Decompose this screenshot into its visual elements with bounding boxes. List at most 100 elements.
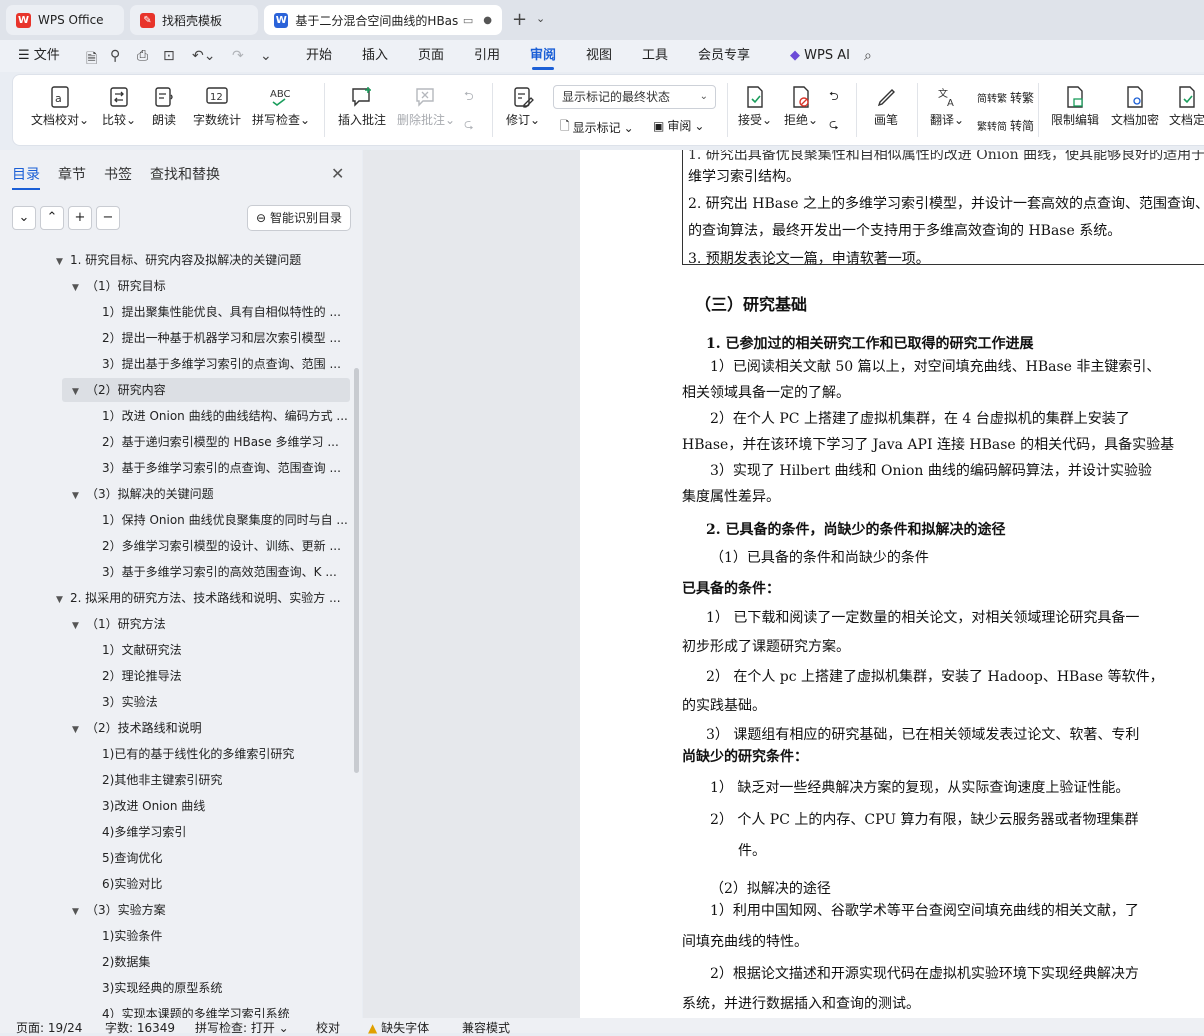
toc-item[interactable]: 2）多维学习索引模型的设计、训练、更新 ... <box>0 534 350 558</box>
collapse-all-button[interactable]: ⌄ <box>12 206 36 230</box>
review-pane-button[interactable]: ▣ 审阅 ⌄ <box>653 117 704 134</box>
toc-item[interactable]: 2）理论推导法 <box>0 664 350 688</box>
document-page[interactable]: 1. 研究出具备优良聚集性和自相似属性的改进 Onion 曲线，使其能够良好的适… <box>580 150 1204 1018</box>
menu-start[interactable]: 开始 <box>306 40 332 72</box>
revise-button[interactable]: 修订⌄ <box>503 83 543 128</box>
toc-item[interactable]: 2)其他非主键索引研究 <box>0 768 350 792</box>
tab-close-dot-icon[interactable]: ● <box>483 15 492 26</box>
doc-final-button[interactable]: 文档定 <box>1167 83 1204 128</box>
show-markup-button[interactable]: 🗋 显示标记 ⌄ <box>560 117 634 138</box>
doc-encrypt-button[interactable]: 文档加密 <box>1109 83 1161 128</box>
translate-button[interactable]: 文A 翻译⌄ <box>927 83 967 128</box>
toc-item[interactable]: 1)实验条件 <box>0 924 350 948</box>
toc-item[interactable]: 1）改进 Onion 曲线的曲线结构、编码方式 ... <box>0 404 350 428</box>
expand-arrow-icon[interactable]: ▼ <box>72 484 86 506</box>
reject-button[interactable]: 拒绝⌄ <box>781 83 821 128</box>
toc-item[interactable]: 2）提出一种基于机器学习和层次索引模型 ... <box>0 326 350 350</box>
nav-tab-toc[interactable]: 目录 <box>12 164 40 190</box>
toc-item[interactable]: 4)多维学习索引 <box>0 820 350 844</box>
toc-item[interactable]: 3)改进 Onion 曲线 <box>0 794 350 818</box>
next-change-icon[interactable]: ⮎ <box>829 115 839 136</box>
toc-item[interactable]: ▼ （3）实验方案 <box>0 898 350 922</box>
menu-insert[interactable]: 插入 <box>362 40 388 72</box>
toc-item[interactable]: 2)数据集 <box>0 950 350 974</box>
toc-item[interactable]: ▼ 1. 研究目标、研究内容及拟解决的关键问题 <box>0 248 350 272</box>
expand-arrow-icon[interactable]: ▼ <box>56 588 70 610</box>
close-icon[interactable]: ✕ <box>331 164 344 183</box>
menu-member[interactable]: 会员专享 <box>698 40 750 72</box>
toc-item[interactable]: ▼ （1）研究目标 <box>0 274 350 298</box>
toc-item[interactable]: ▼ 2. 拟采用的研究方法、技术路线和说明、实验方 ... <box>0 586 350 610</box>
to-trad-button[interactable]: 简转繁 转繁 <box>977 89 1034 106</box>
print-icon[interactable]: ⎙ <box>137 48 148 64</box>
to-simp-button[interactable]: 繁转简 转简 <box>977 117 1034 134</box>
missing-font-status[interactable]: ▲ 缺失字体 <box>368 1019 429 1036</box>
remove-heading-button[interactable]: − <box>96 206 120 230</box>
toc-item[interactable]: 3）基于多维学习索引的高效范围查询、K ... <box>0 560 350 584</box>
tab-document[interactable]: W 基于二分混合空间曲线的HBase ▭ ● <box>264 5 502 35</box>
tab-docer[interactable]: ✎ 找稻壳模板 <box>130 5 258 35</box>
spell-check-status[interactable]: 拼写检查: 打开 ⌄ <box>195 1019 289 1036</box>
prev-comment-icon[interactable]: ⮌ <box>464 87 474 108</box>
word-count[interactable]: 字数: 16349 <box>105 1019 175 1036</box>
toc-item[interactable]: 3）实验法 <box>0 690 350 714</box>
spell-check-button[interactable]: ABC 拼写检查⌄ <box>251 83 311 128</box>
toc-item[interactable]: 6)实验对比 <box>0 872 350 896</box>
toc-item[interactable]: ▼ （3）拟解决的关键问题 <box>0 482 350 506</box>
doc-check-button[interactable]: a 文档校对⌄ <box>29 83 91 128</box>
restrict-edit-button[interactable]: 限制编辑 <box>1049 83 1101 128</box>
nav-scrollbar[interactable] <box>354 368 359 773</box>
nav-tab-bookmarks[interactable]: 书签 <box>104 164 132 184</box>
markup-mode-select[interactable]: 显示标记的最终状态 ⌄ <box>553 85 716 109</box>
search-icon[interactable]: ⌕ <box>864 48 872 64</box>
more-chevron-icon[interactable]: ⌄ <box>260 48 272 64</box>
menu-reference[interactable]: 引用 <box>474 40 500 72</box>
toc-item[interactable]: ▼ （1）研究方法 <box>0 612 350 636</box>
file-menu[interactable]: ☰ 文件 <box>18 40 60 72</box>
expand-arrow-icon[interactable]: ▼ <box>72 276 86 298</box>
redo-icon[interactable]: ↷ <box>232 48 244 64</box>
delete-comment-button[interactable]: 删除批注⌄ <box>395 83 457 128</box>
pen-button[interactable]: 画笔 <box>869 83 903 128</box>
menu-view[interactable]: 视图 <box>586 40 612 72</box>
nav-tab-sections[interactable]: 章节 <box>58 164 86 184</box>
tab-wps-office[interactable]: W WPS Office <box>6 5 124 35</box>
expand-arrow-icon[interactable]: ▼ <box>72 900 86 922</box>
toc-item[interactable]: 2）基于递归索引模型的 HBase 多维学习 ... <box>0 430 350 454</box>
save-icon[interactable]: 🗎 <box>86 48 97 72</box>
toc-item[interactable]: 1）文献研究法 <box>0 638 350 662</box>
expand-arrow-icon[interactable]: ▼ <box>72 380 86 402</box>
word-count-button[interactable]: 12 字数统计 <box>189 83 245 128</box>
toc-item[interactable]: 5)查询优化 <box>0 846 350 870</box>
toc-item[interactable]: 3）提出基于多维学习索引的点查询、范围 ... <box>0 352 350 376</box>
new-tab-icon[interactable]: + <box>512 9 527 30</box>
smart-toc-button[interactable]: ⊖ 智能识别目录 <box>247 205 351 231</box>
prev-change-icon[interactable]: ⮌ <box>829 87 839 108</box>
link-icon[interactable]: ⚲ <box>110 48 120 64</box>
expand-arrow-icon[interactable]: ▼ <box>56 250 70 272</box>
chevron-down-icon[interactable]: ⌄ <box>536 12 545 25</box>
menu-page[interactable]: 页面 <box>418 40 444 72</box>
add-heading-button[interactable]: + <box>68 206 92 230</box>
insert-comment-button[interactable]: 插入批注 <box>335 83 389 128</box>
toc-item[interactable]: 1)已有的基于线性化的多维索引研究 <box>0 742 350 766</box>
nav-tab-find-replace[interactable]: 查找和替换 <box>150 164 220 184</box>
expand-arrow-icon[interactable]: ▼ <box>72 718 86 740</box>
expand-arrow-icon[interactable]: ▼ <box>72 614 86 636</box>
proofread-status[interactable]: 校对 <box>316 1019 340 1036</box>
toc-item[interactable]: 1）提出聚集性能优良、具有自相似特性的 ... <box>0 300 350 324</box>
toc-item[interactable]: 3)实现经典的原型系统 <box>0 976 350 1000</box>
menu-review[interactable]: 审阅 <box>530 40 556 72</box>
next-comment-icon[interactable]: ⮎ <box>464 115 474 136</box>
expand-up-button[interactable]: ⌃ <box>40 206 64 230</box>
toc-item[interactable]: 1）保持 Onion 曲线优良聚集度的同时与自 ... <box>0 508 350 532</box>
page-indicator[interactable]: 页面: 19/24 <box>16 1019 82 1036</box>
print-preview-icon[interactable]: ⊡ <box>163 48 175 64</box>
toc-item[interactable]: 4）实现本课题的多维学习索引系统 <box>0 1002 350 1018</box>
compare-button[interactable]: 比较⌄ <box>99 83 139 128</box>
toc-item[interactable]: ▼ （2）研究内容 <box>62 378 350 402</box>
toc-item[interactable]: ▼ （2）技术路线和说明 <box>0 716 350 740</box>
menu-tools[interactable]: 工具 <box>642 40 668 72</box>
wps-ai-button[interactable]: ◆ WPS AI <box>790 40 850 72</box>
accept-button[interactable]: 接受⌄ <box>735 83 775 128</box>
